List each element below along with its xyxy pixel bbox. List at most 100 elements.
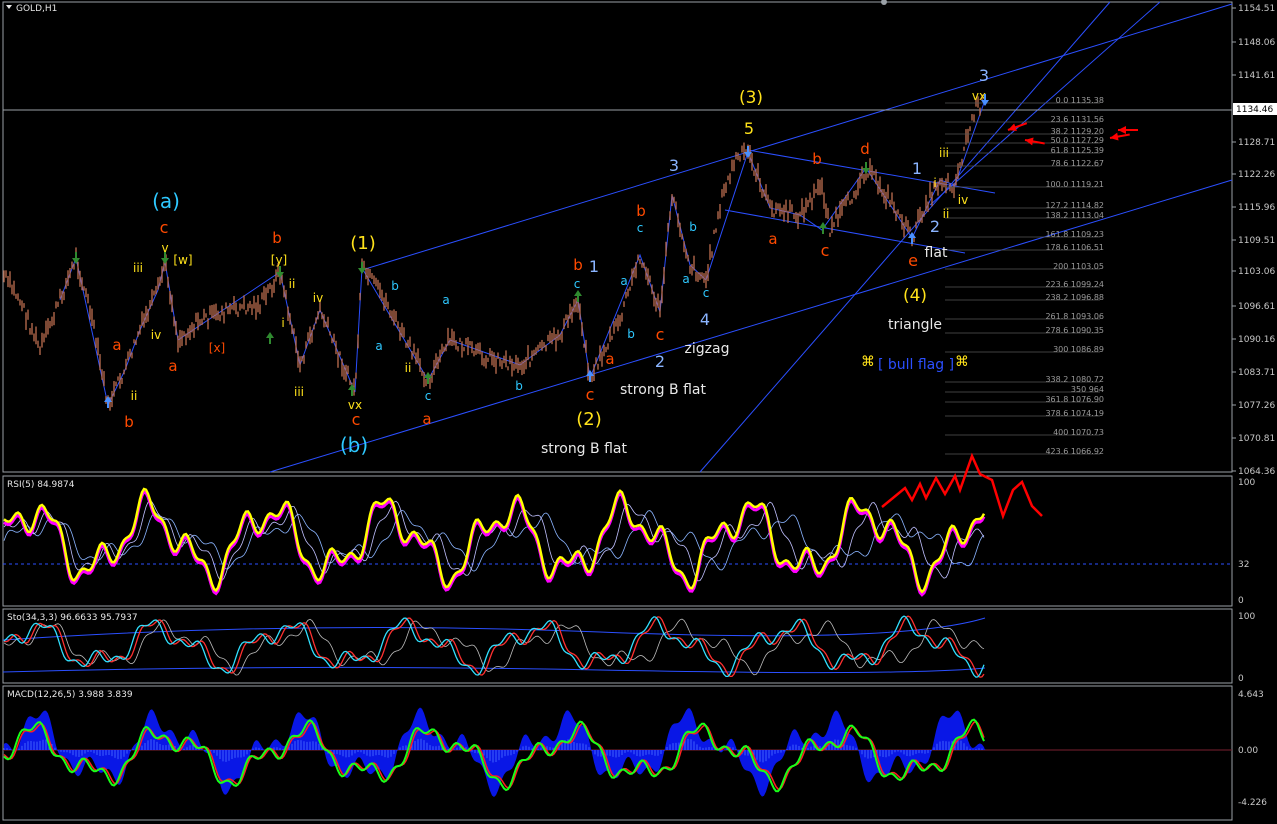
wave-label-vx: vx xyxy=(348,398,362,412)
fib-level-label: 400 1070.73 xyxy=(1053,428,1104,437)
fib-level-label: 350 964 xyxy=(1071,385,1104,394)
wave-label-c: c xyxy=(586,385,595,404)
sto-level-100: 100 xyxy=(1238,612,1255,622)
fib-level-label: 223.6 1099.24 xyxy=(1045,280,1104,289)
wave-label-c: c xyxy=(656,325,665,344)
price-label: 1141.61 xyxy=(1238,71,1275,81)
price-label: 1096.61 xyxy=(1238,302,1275,312)
pivot-up-arrow-icon xyxy=(574,290,582,302)
macd-lines xyxy=(3,707,986,797)
price-label: 1148.06 xyxy=(1238,38,1275,48)
wave-label-a: a xyxy=(112,336,121,354)
wave-label-a: a xyxy=(168,357,177,375)
macd-level-zero: 0.00 xyxy=(1238,746,1258,756)
fib-level-label: 100.0 1119.21 xyxy=(1045,180,1104,189)
price-label: 1109.51 xyxy=(1238,236,1275,246)
wave-label-w: [w] xyxy=(173,253,192,267)
fib-level-label: 138.2 1113.04 xyxy=(1045,211,1104,220)
wave-label-n1: 1 xyxy=(589,257,599,276)
scroll-marker-icon xyxy=(881,0,887,5)
wave-label-c: c xyxy=(352,410,361,429)
wave-label-ii: ii xyxy=(131,389,138,403)
wave-label-iv: iv xyxy=(313,291,323,305)
wave-label-c: c xyxy=(637,221,644,235)
wave-label-strong-b_flat: strong B flat xyxy=(541,441,627,457)
wave-label-b: b xyxy=(573,256,583,274)
wave-label-four-paren: (4) xyxy=(903,286,927,306)
rsi-level-32: 32 xyxy=(1238,560,1249,570)
pivot-down-arrow-icon xyxy=(276,266,284,278)
wave-label-two-paren: (2) xyxy=(576,409,602,430)
wave-label-b: b xyxy=(812,150,822,168)
rsi-title: RSI(5) 84.9874 xyxy=(7,480,75,490)
macd-level-bottom: -4.226 xyxy=(1238,798,1267,808)
wave-label-i: i xyxy=(281,316,284,330)
wave-label-n1: 1 xyxy=(912,159,922,178)
wave-label-a: a xyxy=(682,272,689,286)
fib-level-label: 200 1103.05 xyxy=(1053,262,1104,271)
macd-title: MACD(12,26,5) 3.988 3.839 xyxy=(7,690,133,700)
wave-label-a: a xyxy=(422,410,431,428)
wave-label-a: a xyxy=(768,230,777,248)
wave-label-c: c xyxy=(425,389,432,403)
fib-level-label: 338.2 1080.72 xyxy=(1045,375,1104,384)
candles xyxy=(3,94,983,411)
red-arrow-icon xyxy=(1118,126,1138,134)
price-label: 1103.06 xyxy=(1238,267,1275,277)
wave-label-b: b xyxy=(124,413,134,431)
wave-label-a: a xyxy=(442,293,449,307)
wave-label-a: a xyxy=(605,350,614,368)
fib-level-label: 300 1086.89 xyxy=(1053,345,1104,354)
price-label: 1064.36 xyxy=(1238,467,1275,477)
chart-window: GOLD,H1 1154.51 1148.06 1141.61 1134.46 1128… xyxy=(0,0,1277,824)
wave-label-c: c xyxy=(703,286,710,300)
wave-label-iv: iv xyxy=(151,328,161,342)
rsi-lines xyxy=(3,487,986,597)
pivot-up-arrow-icon xyxy=(104,396,112,408)
fib-level-label: 23.6 1131.56 xyxy=(1051,115,1104,124)
wave-label-iv: iv xyxy=(958,193,968,207)
wave-label-a: a xyxy=(375,339,382,353)
menu-triangle-icon[interactable] xyxy=(6,5,12,9)
price-label: 1090.16 xyxy=(1238,335,1275,345)
wave-label-b-paren: (b) xyxy=(340,433,368,457)
steep-channel-high xyxy=(929,1,1161,206)
red-arrow-icon xyxy=(1024,137,1045,146)
wave-label-i: i xyxy=(933,176,936,190)
fib-level-label: 161.8 1109.23 xyxy=(1045,230,1104,239)
fib-levels: 0.0 1135.38 23.6 1131.56 38.2 1129.2050.0 … xyxy=(945,96,1104,456)
fib-level-label: 61.8 1125.39 xyxy=(1051,146,1104,155)
forecast-zigzag xyxy=(881,452,1043,520)
price-label: 1122.26 xyxy=(1238,170,1275,180)
pivot-down-arrow-icon xyxy=(72,252,80,264)
price-label: 1077.26 xyxy=(1238,401,1275,411)
wave-label-d: d xyxy=(860,140,870,158)
price-chart[interactable]: GOLD,H1 1154.51 1148.06 1141.61 1134.46 1128… xyxy=(0,0,1277,824)
wave-label-triangle: triangle xyxy=(888,317,942,333)
wave-label-n2: 2 xyxy=(655,352,665,371)
wave-zigzag xyxy=(59,99,986,407)
wave-label-one-paren: (1) xyxy=(350,233,376,254)
price-label: 1115.96 xyxy=(1238,203,1275,213)
wave-label-y: [y] xyxy=(271,253,287,267)
wave-label-ii: ii xyxy=(943,207,950,221)
wave-label-iii: iii xyxy=(939,146,949,160)
fib-level-label: 278.6 1090.35 xyxy=(1045,326,1104,335)
wave-label-n3: 3 xyxy=(669,156,679,175)
fib-level-label: 423.6 1066.92 xyxy=(1045,447,1104,456)
bull-flag-glyph: ⌘ xyxy=(861,354,875,370)
wave-label-flat: flat xyxy=(925,245,948,261)
fib-level-label: 50.0 1127.29 xyxy=(1051,136,1104,145)
wave-label-b: b xyxy=(515,379,523,393)
wave-label-n4: 4 xyxy=(700,310,710,329)
wave-label-iii: iii xyxy=(133,261,143,275)
rsi-level-100: 100 xyxy=(1238,478,1255,488)
wave-label-three-paren: (3) xyxy=(739,88,763,108)
sto-level-0: 0 xyxy=(1238,674,1244,684)
fib-level-label: 361.8 1076.90 xyxy=(1045,395,1104,404)
wave-label-e: e xyxy=(908,251,918,270)
pivot-up-arrow-icon xyxy=(348,384,356,396)
price-label-current: 1134.46 xyxy=(1236,105,1273,115)
wave-label-b: b xyxy=(627,327,635,341)
price-label: 1083.71 xyxy=(1238,368,1275,378)
